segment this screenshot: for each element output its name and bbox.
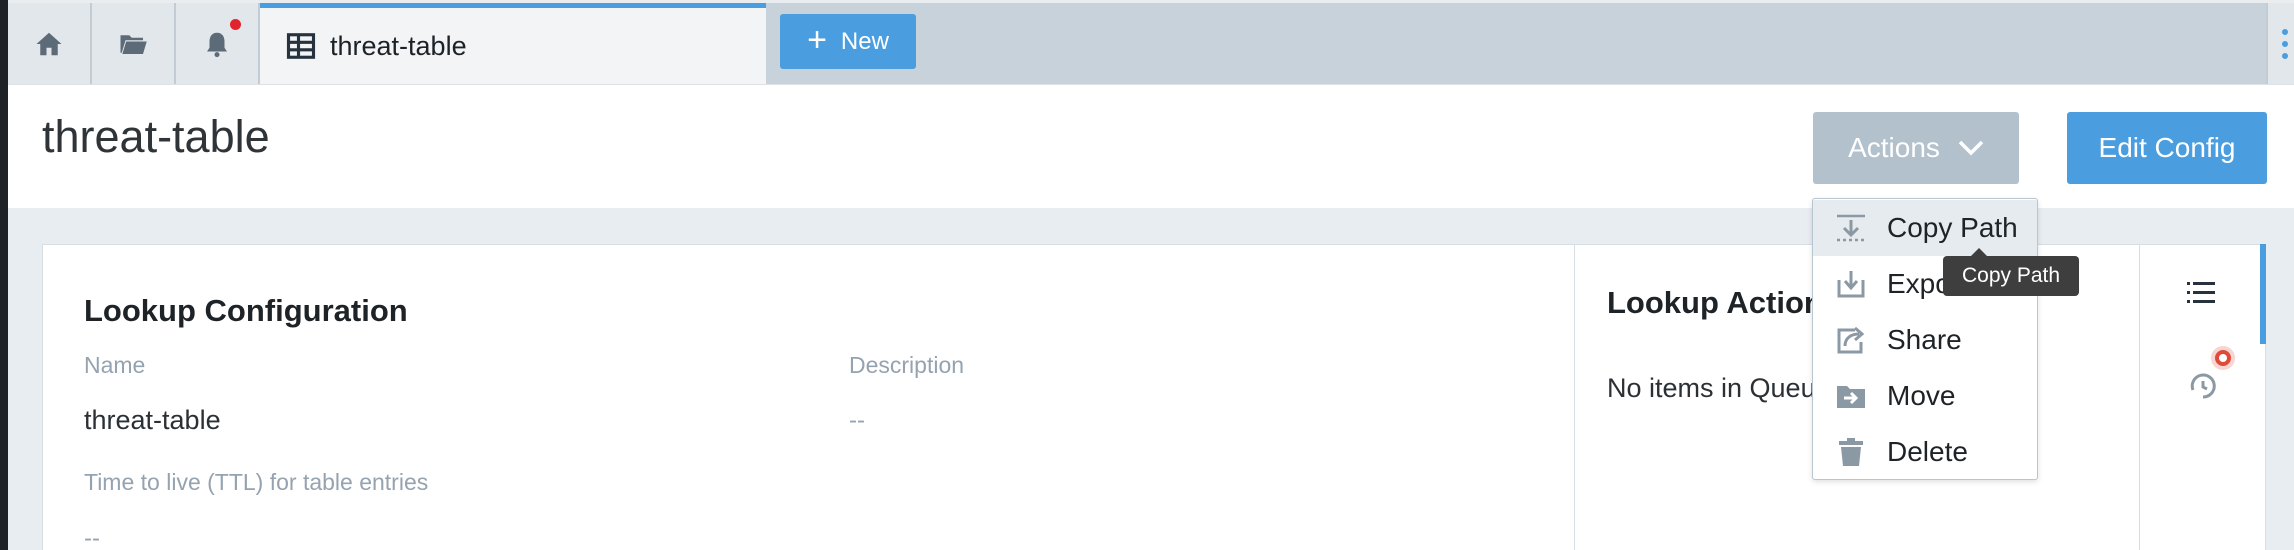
menu-item-delete[interactable]: Delete <box>1813 424 2037 480</box>
chevron-down-icon <box>1958 140 1984 156</box>
menu-item-share[interactable]: Share <box>1813 312 2037 368</box>
description-value: -- <box>849 407 865 434</box>
folder-icon <box>120 34 147 54</box>
history-badge <box>2211 346 2235 370</box>
tab-threat-table[interactable]: threat-table <box>260 3 766 84</box>
name-value: threat-table <box>84 405 221 435</box>
menu-item-label: Expo <box>1887 268 1951 299</box>
table-icon <box>286 33 316 59</box>
page-title: threat-table <box>42 111 270 162</box>
new-button-label: New <box>840 27 889 55</box>
notification-dot <box>230 19 241 30</box>
rail-accent <box>2260 244 2266 344</box>
lookup-actions-title: Lookup Action <box>1607 285 1823 320</box>
lookup-configuration-title: Lookup Configuration <box>84 293 408 328</box>
history-icon[interactable] <box>2187 370 2219 402</box>
ttl-label: Time to live (TTL) for table entries <box>84 469 429 495</box>
ttl-value: -- <box>84 525 100 550</box>
menu-item-copy-path[interactable]: Copy Path <box>1813 200 2037 256</box>
menu-item-label: Copy Path <box>1887 212 2018 243</box>
empty-queue-text: No items in Queu <box>1607 373 1816 403</box>
notifications-tab[interactable] <box>176 3 260 84</box>
actions-button[interactable]: Actions <box>1813 112 2019 184</box>
page-header: threat-table Actions Edit Config <box>8 84 2294 208</box>
export-icon <box>1837 271 1865 298</box>
actions-dropdown-menu: Copy Path Expo Share Move Delete <box>1812 198 2038 480</box>
lookup-configuration-card: Lookup Configuration Name threat-table D… <box>42 244 1574 550</box>
tab-label: threat-table <box>330 30 467 61</box>
home-icon <box>36 32 62 55</box>
trash-icon <box>1839 438 1863 466</box>
new-button[interactable]: + New <box>780 14 916 69</box>
menu-item-label: Move <box>1887 380 1956 411</box>
actions-button-label: Actions <box>1848 132 1940 163</box>
edit-config-button[interactable]: Edit Config <box>2067 112 2267 184</box>
more-options-icon[interactable] <box>2266 3 2294 84</box>
list-icon[interactable] <box>2186 278 2216 308</box>
home-tab[interactable] <box>8 3 92 84</box>
menu-item-label: Share <box>1887 324 1962 355</box>
menu-item-move[interactable]: Move <box>1813 368 2037 424</box>
plus-icon: + <box>807 21 827 59</box>
menu-item-label: Delete <box>1887 436 1968 467</box>
share-icon <box>1837 326 1865 354</box>
tab-bar: threat-table + New <box>8 0 2294 84</box>
name-label: Name <box>84 352 146 378</box>
folder-tab[interactable] <box>92 3 176 84</box>
move-folder-icon <box>1837 386 1865 408</box>
bell-icon <box>207 32 227 57</box>
description-label: Description <box>849 352 965 378</box>
copy-path-tooltip: Copy Path <box>1943 248 2079 296</box>
download-icon <box>1837 214 1865 242</box>
